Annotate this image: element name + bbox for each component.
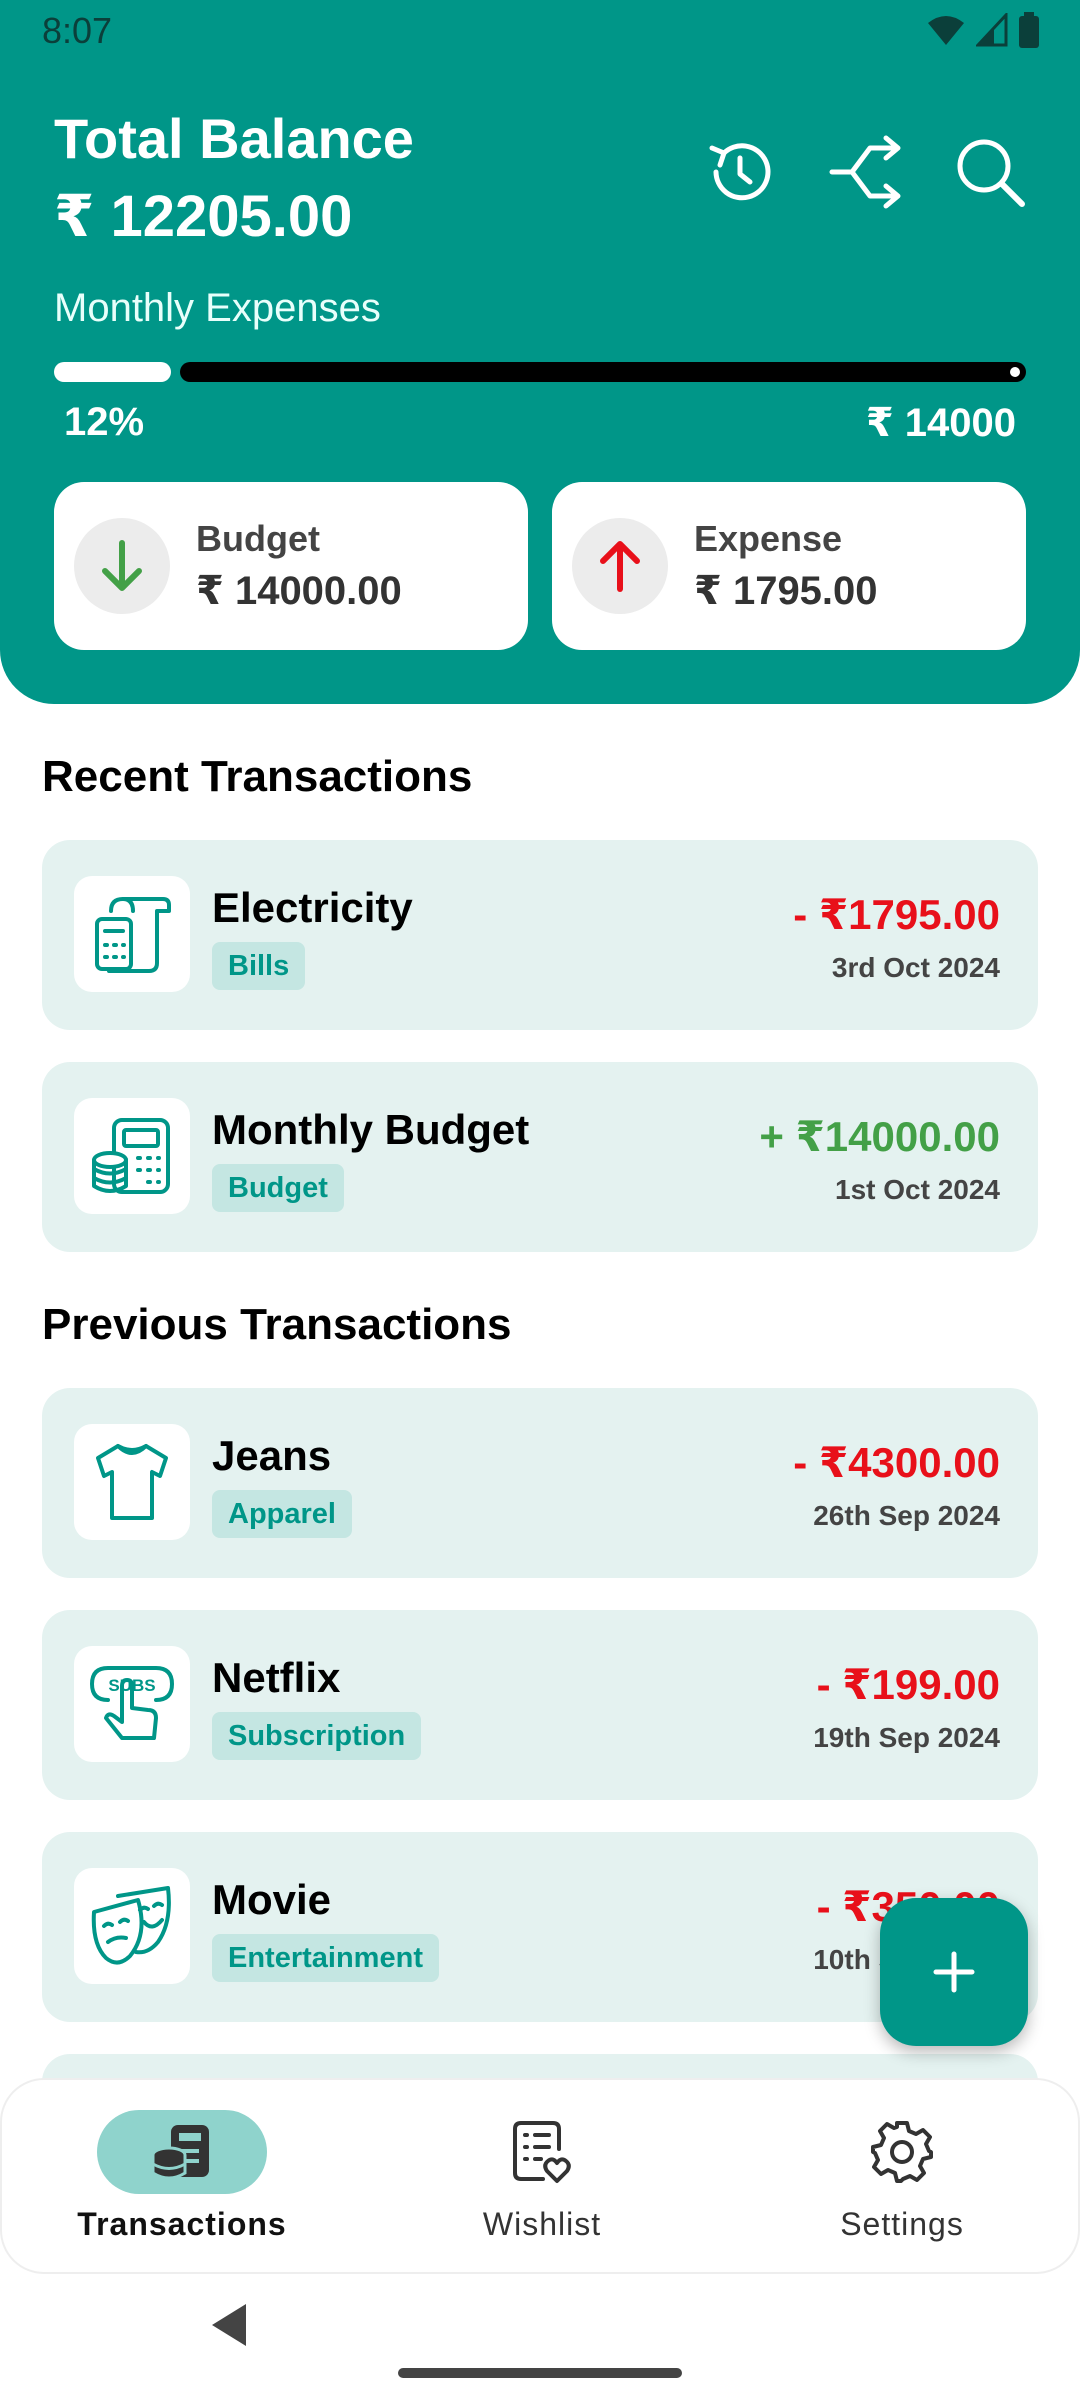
monthly-expenses-progress [54, 362, 1026, 382]
progress-end-dot [1010, 367, 1020, 377]
nav-label: Wishlist [482, 2206, 602, 2242]
search-icon[interactable] [952, 134, 1028, 210]
transaction-icon-box [74, 1424, 190, 1540]
nav-item-wishlist[interactable]: Wishlist [362, 2080, 722, 2276]
status-time: 8:07 [42, 10, 113, 51]
transaction-icon-box [74, 1098, 190, 1214]
transaction-date: 3rd Oct 2024 [831, 952, 1000, 983]
transaction-item[interactable]: Jeans Apparel - ₹4300.00 26th Sep 2024 [42, 1388, 1038, 1578]
progress-limit: ₹ 14000 [865, 401, 1016, 445]
signal-icon [976, 13, 1008, 47]
balance-header: Total Balance ₹ 12205.00 Monthly Expense… [0, 64, 1080, 704]
budget-card[interactable]: Budget ₹ 14000.00 [54, 482, 528, 650]
previous-transactions-title: Previous Transactions [42, 1300, 512, 1349]
subscription-icon: SUBS [90, 1666, 174, 1740]
arrow-up-icon [600, 541, 640, 592]
transaction-name: Netflix [212, 1654, 341, 1701]
svg-text:SUBS: SUBS [108, 1676, 155, 1695]
gear-icon [871, 2121, 933, 2183]
expense-icon-circle [572, 518, 668, 614]
transaction-category-tag: Entertainment [212, 1934, 439, 1982]
transaction-amount: - ₹1795.00 [793, 891, 1000, 938]
transaction-icon-box: SUBS [74, 1646, 190, 1762]
nav-label: Settings [840, 2206, 964, 2242]
budget-icon-circle [74, 518, 170, 614]
transaction-item[interactable]: Electricity Bills - ₹1795.00 3rd Oct 202… [42, 840, 1038, 1030]
transaction-icon-box [74, 876, 190, 992]
budget-card-value: ₹ 14000.00 [196, 569, 402, 613]
add-transaction-button[interactable] [880, 1898, 1028, 2046]
tshirt-icon [96, 1444, 168, 1520]
progress-percent: 12% [64, 400, 145, 444]
total-balance-value: ₹ 12205.00 [54, 184, 353, 249]
share-icon[interactable] [828, 134, 904, 210]
transaction-icon-box [74, 1868, 190, 1984]
wishlist-icon [513, 2121, 571, 2183]
status-bar: 8:07 [0, 0, 1080, 64]
nav-icon-holder [817, 2110, 987, 2194]
transaction-name: Electricity [212, 884, 413, 931]
theater-masks-icon [91, 1886, 171, 1965]
arrow-down-icon [102, 540, 142, 591]
history-icon[interactable] [702, 134, 778, 210]
calculator-coins-icon [92, 1118, 170, 1194]
expense-card[interactable]: Expense ₹ 1795.00 [552, 482, 1026, 650]
nav-active-indicator [97, 2110, 267, 2194]
system-navigation-bar [0, 2276, 1080, 2400]
transaction-amount: + ₹14000.00 [759, 1113, 1000, 1160]
bill-icon [95, 897, 171, 973]
transaction-item[interactable]: Monthly Budget Budget + ₹14000.00 1st Oc… [42, 1062, 1038, 1252]
home-gesture-bar[interactable] [398, 2368, 682, 2378]
transaction-date: 19th Sep 2024 [813, 1722, 1000, 1753]
progress-fill [54, 362, 171, 382]
transaction-name: Movie [212, 1876, 332, 1923]
progress-track [180, 362, 1026, 382]
transactions-icon [151, 2125, 209, 2180]
total-balance-label: Total Balance [54, 107, 414, 170]
expense-card-title: Expense [694, 518, 843, 559]
transaction-category-tag: Budget [212, 1164, 344, 1212]
transaction-category-tag: Bills [212, 942, 306, 990]
nav-label: Transactions [77, 2206, 287, 2242]
nav-icon-holder [457, 2110, 627, 2194]
transaction-date: 1st Oct 2024 [835, 1174, 1000, 1205]
budget-card-title: Budget [196, 518, 320, 559]
bottom-navigation: Transactions Wishlist Settings [0, 2078, 1080, 2274]
recent-transactions-title: Recent Transactions [42, 752, 473, 801]
monthly-expenses-label: Monthly Expenses [54, 286, 381, 330]
nav-item-transactions[interactable]: Transactions [2, 2080, 362, 2276]
wifi-icon [928, 16, 964, 45]
back-icon[interactable] [206, 2300, 250, 2350]
transaction-name: Monthly Budget [212, 1106, 530, 1153]
nav-item-settings[interactable]: Settings [722, 2080, 1080, 2276]
transaction-category-tag: Subscription [212, 1712, 422, 1760]
plus-icon [933, 1951, 975, 1993]
expense-card-value: ₹ 1795.00 [694, 569, 878, 613]
transaction-item[interactable]: SUBS Netflix Subscription - ₹199.00 19th… [42, 1610, 1038, 1800]
transaction-date: 26th Sep 2024 [813, 1500, 1000, 1531]
battery-icon [1019, 12, 1039, 48]
transaction-category-tag: Apparel [212, 1490, 352, 1538]
system-icons [926, 12, 1040, 48]
transaction-amount: - ₹4300.00 [793, 1439, 1000, 1486]
transaction-name: Jeans [212, 1432, 332, 1479]
transaction-amount: - ₹199.00 [816, 1661, 1000, 1708]
